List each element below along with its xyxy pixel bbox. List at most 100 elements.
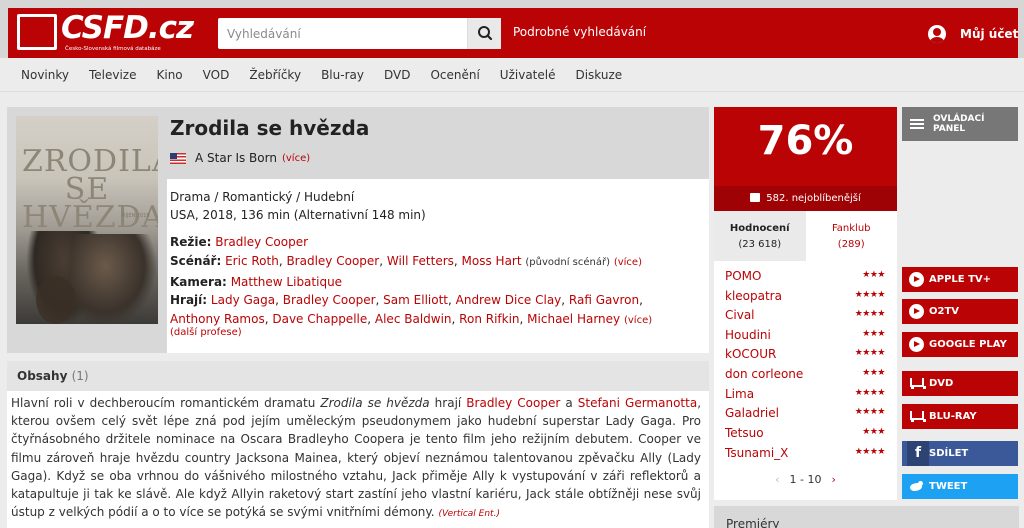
cast-link[interactable]: Sam Elliott [383,293,448,307]
cast-link[interactable]: Ron Rifkin [459,312,519,326]
nav-dvd[interactable]: DVD [384,68,410,82]
pager-range: 1 - 10 [789,473,822,486]
creators: Režie: Bradley Cooper Scénář: Eric Roth,… [170,233,670,331]
cast-link[interactable]: Dave Chappelle [272,312,367,326]
writer-link[interactable]: Will Fetters [387,254,454,268]
rating-tabs: Hodnocení (23 618) Fanklub (289) [714,211,897,261]
writer-link[interactable]: Moss Hart [462,254,522,268]
directors-row: Režie: Bradley Cooper [170,233,670,252]
search-button[interactable] [467,18,501,49]
shop-bluray-button[interactable]: BLU-RAY [902,404,1018,429]
menu-icon [910,119,924,129]
camera-link[interactable]: Matthew Libatique [231,275,342,289]
search-input[interactable] [218,18,468,49]
poster-title: ZRODILA SE HVĚZDA [22,144,158,235]
list-item[interactable]: Houdini ★★★ [725,328,885,348]
list-item[interactable]: Tetsuo ★★★ [725,426,885,446]
list-item[interactable]: kleopatra ★★★★ [725,289,886,309]
cast-link[interactable]: Lady Gaga [211,293,275,307]
nav-diskuze[interactable]: Diskuze [575,68,622,82]
cast-label: Hrají: [170,293,208,308]
chevron-right-icon[interactable]: › [831,473,835,486]
cast-link[interactable]: Rafi Gavron [569,293,639,307]
nav-oceneni[interactable]: Ocenění [430,68,479,82]
plot-source[interactable]: (Vertical Ent.) [438,509,500,519]
nav-novinky[interactable]: Novinky [21,68,69,82]
film-genre: Drama / Romantický / Hudební [170,190,355,204]
film-reel-icon [17,14,57,50]
list-item[interactable]: don corleone ★★★ [725,367,885,387]
account-label: Můj účet [960,27,1019,41]
premieres-heading: Premiéry [726,517,780,528]
film-title: Zrodila se hvězda [170,116,370,140]
vod-apple-tv-button[interactable]: APPLE TV+ [902,267,1018,292]
twitter-icon [909,480,923,492]
plot-actor-link[interactable]: Stefani Germanotta [578,396,697,410]
star-rating: ★★★ [862,329,885,339]
account-button[interactable]: Můj účet [928,24,1018,44]
more-titles-link[interactable]: (více) [282,153,310,164]
plot-header: Obsahy (1) [7,361,709,391]
list-item[interactable]: kOCOUR ★★★★ [725,347,886,367]
twitter-tweet-button[interactable]: TWEET [902,474,1018,499]
nav-kino[interactable]: Kino [157,68,183,82]
tab-fanclub[interactable]: Fanklub (289) [806,211,898,261]
director-link[interactable]: Bradley Cooper [215,235,308,249]
logo-text: CSFD.cz [61,10,194,46]
shop-dvd-button[interactable]: DVD [902,371,1018,396]
popularity-rank[interactable]: 582. nejoblíbenější [714,186,897,211]
star-rating: ★★★ [862,427,885,437]
list-item[interactable]: Lima ★★★★ [725,387,886,407]
cast-row: Hrají: Lady Gaga, Bradley Cooper, Sam El… [170,293,653,327]
search-box [218,18,501,49]
nav-vod[interactable]: VOD [203,68,230,82]
camera-label: Kamera: [170,274,227,289]
thumbs-up-icon [750,193,761,202]
star-rating: ★★★★ [854,348,886,358]
cast-link[interactable]: Anthony Ramos [170,312,265,326]
writer-link[interactable]: Bradley Cooper [286,254,379,268]
writer-note: (původní scénář) [525,256,610,268]
facebook-icon: f [907,441,929,466]
premieres-card: Premiéry [714,506,1019,528]
star-rating: ★★★ [862,270,885,280]
advanced-search-link[interactable]: Podrobné vyhledávání [513,25,646,39]
cast-link[interactable]: Michael Harney [527,312,620,326]
writer-link[interactable]: Eric Roth [225,254,279,268]
tab-ratings[interactable]: Hodnocení (23 618) [714,211,806,261]
star-rating: ★★★★ [854,290,886,300]
facebook-share-button[interactable]: f SDÍLET [902,441,1018,466]
plot-text: Hlavní roli v dechberoucím romantickém d… [11,396,702,520]
plot-count: (1) [71,369,89,383]
camera-row: Kamera: Matthew Libatique [170,273,670,292]
list-item[interactable]: Galadriel ★★★★ [725,406,886,426]
control-panel-button[interactable]: OVLÁDACÍ PANEL [902,107,1018,141]
film-poster[interactable]: ZRODILA SE HVĚZDA ŘÍJEN 2018 [16,116,158,324]
nav-zebricky[interactable]: Žebříčky [249,68,301,82]
more-cast-link[interactable]: (více) [624,315,652,326]
usa-flag-icon [170,152,186,164]
nav-uzivatele[interactable]: Uživatelé [500,68,556,82]
original-title: A Star Is Born [195,151,277,165]
cart-icon [909,409,926,423]
vod-google-play-button[interactable]: GOOGLE PLAY [902,332,1018,357]
chevron-left-icon[interactable]: ‹ [775,473,779,486]
logo-tagline: Česko-Slovenská filmová databáze [65,46,161,52]
list-item[interactable]: Cival ★★★★ [725,308,886,328]
more-writers-link[interactable]: (více) [614,257,642,268]
cast-link[interactable]: Bradley Cooper [283,293,376,307]
list-item[interactable]: POMO ★★★ [725,269,885,289]
play-icon [909,272,924,287]
plot-actor-link[interactable]: Bradley Cooper [466,396,560,410]
list-item[interactable]: Tsunami_X ★★★★ [725,446,886,466]
rating-percent: 76% [757,118,854,164]
nav-bluray[interactable]: Blu-ray [321,68,364,82]
original-title-row: A Star Is Born (více) [170,151,310,165]
cast-link[interactable]: Andrew Dice Clay [456,293,562,307]
other-professions-link[interactable]: (další profese) [170,327,242,338]
vod-o2tv-button[interactable]: O2TV [902,299,1018,324]
cast-link[interactable]: Alec Baldwin [375,312,452,326]
nav-televize[interactable]: Televize [89,68,137,82]
star-rating: ★★★★ [854,447,886,457]
site-logo[interactable]: CSFD.cz Česko-Slovenská filmová databáze [17,10,194,54]
